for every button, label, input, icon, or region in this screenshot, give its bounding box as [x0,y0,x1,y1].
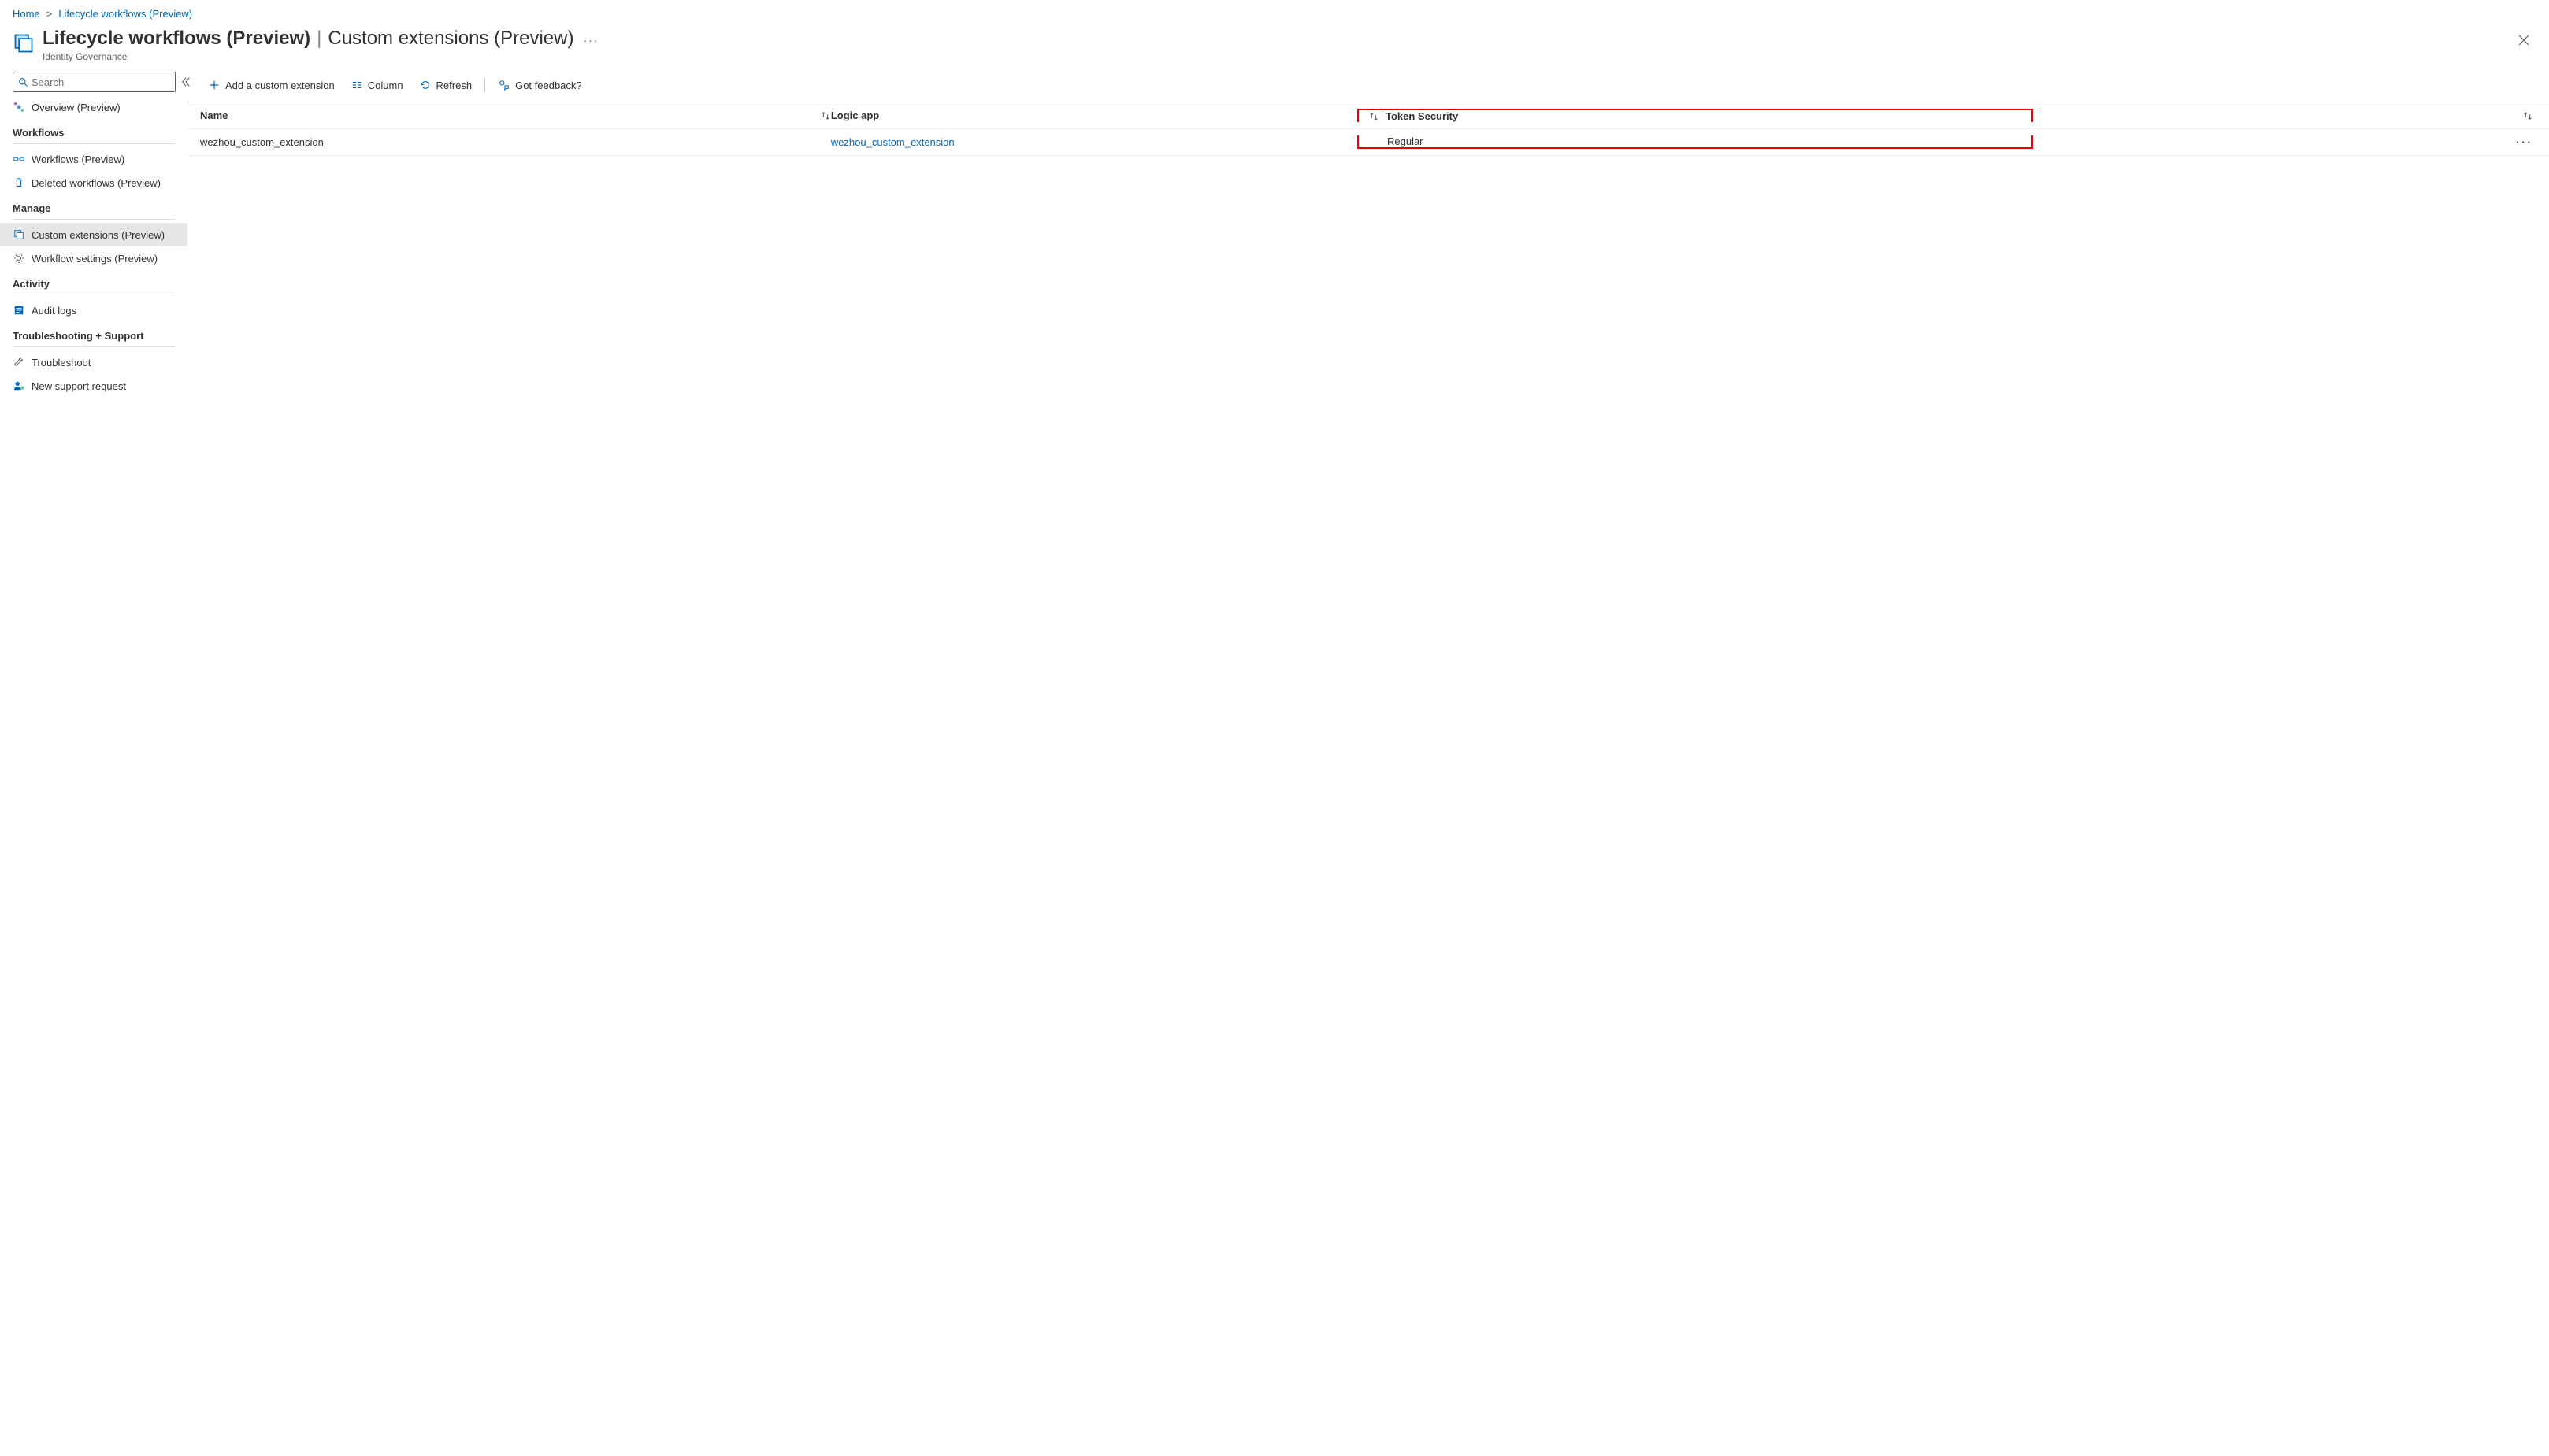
button-label: Refresh [436,80,473,91]
main-content: Add a custom extension Column Refresh Go… [187,69,2549,1456]
extension-icon [13,228,25,241]
toolbar-separator [484,78,485,92]
column-button[interactable]: Column [343,73,411,97]
sidebar-item-new-support-request[interactable]: New support request [0,374,187,398]
sidebar-item-label: Audit logs [32,305,76,317]
sidebar-item-label: Workflows (Preview) [32,154,124,165]
breadcrumb: Home > Lifecycle workflows (Preview) [0,0,2549,28]
sidebar-item-workflow-settings[interactable]: Workflow settings (Preview) [0,246,187,270]
sidebar-item-audit-logs[interactable]: Audit logs [0,298,187,322]
sidebar-item-overview[interactable]: Overview (Preview) [0,95,187,119]
search-icon [18,77,28,87]
button-label: Got feedback? [515,80,582,91]
page-subtitle: Identity Governance [43,51,2511,62]
sort-icon [820,110,831,121]
close-button[interactable] [2511,28,2536,53]
sidebar-section-manage: Manage [0,195,187,217]
title-more-button[interactable]: ··· [580,34,602,46]
sidebar-item-label: Workflow settings (Preview) [32,253,158,265]
sidebar-section-workflows: Workflows [0,119,187,142]
column-label: Logic app [831,109,879,121]
page-header: Lifecycle workflows (Preview) | Custom e… [0,28,2549,69]
gear-icon [13,252,25,265]
sidebar-item-label: Custom extensions (Preview) [32,229,165,241]
feedback-button[interactable]: Got feedback? [490,73,590,97]
button-label: Column [368,80,403,91]
column-header-actions [2022,110,2536,121]
breadcrumb-home[interactable]: Home [13,8,40,20]
column-label: Name [200,109,228,121]
sidebar-section-activity: Activity [0,270,187,293]
column-header-name[interactable]: Name [200,109,831,121]
cell-token-security: Regular [1368,135,2022,149]
cell-actions: ··· [2022,136,2536,148]
plus-icon [208,79,221,91]
sidebar-item-label: Overview (Preview) [32,102,121,113]
sidebar-item-custom-extensions[interactable]: Custom extensions (Preview) [0,223,187,246]
sidebar-item-troubleshoot[interactable]: Troubleshoot [0,350,187,374]
support-icon [13,380,25,392]
feedback-icon [498,79,510,91]
sidebar-item-label: Deleted workflows (Preview) [32,177,161,189]
cell-logic-app: wezhou_custom_extension [831,136,1368,148]
extension-name: wezhou_custom_extension [200,136,324,148]
logic-app-link[interactable]: wezhou_custom_extension [831,136,955,148]
sort-icon [2522,110,2533,121]
table-header-row: Name Logic app Token Security [187,102,2549,129]
sort-icon [1368,111,1379,122]
workflow-icon [13,153,25,165]
overview-icon [13,101,25,113]
button-label: Add a custom extension [225,80,335,91]
title-separator: | [317,28,321,50]
refresh-icon [419,79,432,91]
sidebar-item-label: New support request [32,380,126,392]
sidebar-search-input[interactable] [32,76,170,88]
refresh-button[interactable]: Refresh [411,73,480,97]
toolbar: Add a custom extension Column Refresh Go… [187,69,2549,102]
sidebar-item-label: Troubleshoot [32,357,91,369]
columns-icon [351,79,363,91]
extensions-table: Name Logic app Token Security [187,102,2549,1456]
sidebar-section-support: Troubleshooting + Support [0,322,187,345]
breadcrumb-current[interactable]: Lifecycle workflows (Preview) [58,8,192,20]
sidebar: Overview (Preview) Workflows Workflows (… [0,69,187,1456]
page-section: Custom extensions (Preview) [328,28,573,50]
divider [13,219,175,220]
column-header-logic-app[interactable]: Logic app [831,109,1368,121]
column-label: Token Security [1386,110,1458,122]
resource-icon [13,32,35,54]
sidebar-item-deleted-workflows[interactable]: Deleted workflows (Preview) [0,171,187,195]
row-menu-button[interactable]: ··· [2516,136,2533,148]
trash-icon [13,176,25,189]
divider [13,143,175,144]
sidebar-search[interactable] [13,72,176,92]
divider [13,346,175,347]
page-title: Lifecycle workflows (Preview) [43,28,310,50]
add-custom-extension-button[interactable]: Add a custom extension [200,73,343,97]
table-row[interactable]: wezhou_custom_extension wezhou_custom_ex… [187,129,2549,156]
close-icon [2518,35,2529,46]
wrench-icon [13,356,25,369]
breadcrumb-separator: > [46,8,53,20]
token-security-value: Regular [1387,135,1423,147]
log-icon [13,304,25,317]
column-header-token-security[interactable]: Token Security [1368,109,2022,122]
sidebar-item-workflows[interactable]: Workflows (Preview) [0,147,187,171]
cell-name: wezhou_custom_extension [200,136,831,148]
